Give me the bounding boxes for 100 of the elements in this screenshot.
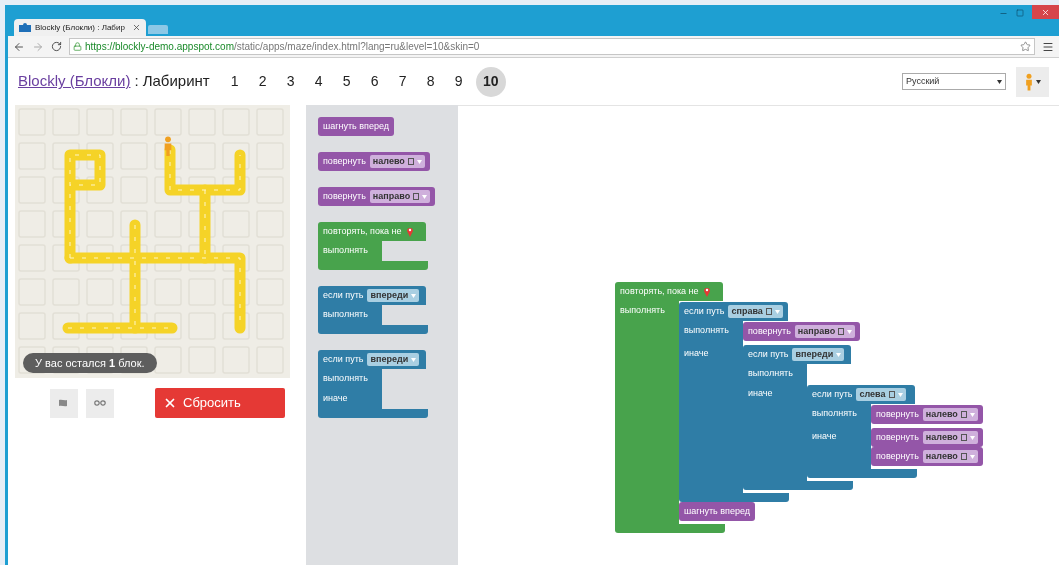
- block-label: повернуть: [876, 407, 919, 421]
- close-icon: [1041, 7, 1050, 17]
- caret-icon: [969, 412, 975, 417]
- map-pin-icon: [405, 226, 414, 237]
- step-button[interactable]: [50, 388, 78, 418]
- block-header[interactable]: если путь слева: [807, 385, 915, 404]
- block-label: выполнять: [323, 373, 368, 383]
- maximize-icon[interactable]: [1016, 9, 1024, 17]
- close-icon: [163, 396, 177, 410]
- app-link[interactable]: Blockly (Блокли): [18, 70, 131, 93]
- caret-icon: [411, 357, 417, 362]
- level-link[interactable]: 1: [223, 66, 246, 97]
- level-link[interactable]: 3: [279, 66, 302, 97]
- level-link[interactable]: 4: [307, 66, 330, 97]
- back-icon[interactable]: [13, 40, 25, 53]
- level-link[interactable]: 6: [363, 66, 386, 97]
- block-label: выполнять: [323, 309, 368, 319]
- rotate-icon: [838, 328, 845, 335]
- level-link[interactable]: 2: [251, 66, 274, 97]
- dropdown-field[interactable]: впереди: [792, 348, 845, 361]
- block-header[interactable]: если путь справа: [679, 302, 788, 321]
- code-block[interactable]: повернуть налево: [871, 428, 983, 447]
- rotate-icon: [413, 193, 420, 200]
- dropdown-field[interactable]: направо: [369, 190, 431, 203]
- level-link[interactable]: 5: [335, 66, 358, 97]
- dropdown-field[interactable]: налево: [369, 155, 425, 168]
- lock-icon: [73, 42, 82, 51]
- level-link[interactable]: 10: [475, 66, 506, 97]
- browser-tab[interactable]: Blockly (Блокли) : Лабир: [14, 19, 146, 36]
- block-label: выполнять: [620, 305, 665, 315]
- language-select[interactable]: Русский: [902, 73, 1006, 90]
- dropdown-field[interactable]: впереди: [367, 353, 420, 366]
- url-text: https://blockly-demo.appspot.com/static/apps/maze/index.html?lang=ru&level=10&skin=0: [85, 40, 480, 54]
- code-block[interactable]: шагнуть вперед: [679, 502, 755, 521]
- code-block[interactable]: повернуть направо: [743, 322, 861, 341]
- reset-button[interactable]: Сбросить: [155, 388, 285, 418]
- block-label: повернуть: [323, 189, 366, 203]
- block-label: если путь: [812, 387, 853, 401]
- block-label: иначе: [748, 388, 773, 398]
- rotate-icon: [960, 434, 967, 441]
- address-field[interactable]: https://blockly-demo.appspot.com/static/apps/maze/index.html?lang=ru&level=10&skin=0: [69, 38, 1035, 55]
- close-icon[interactable]: [132, 23, 141, 32]
- block-label: повернуть: [876, 449, 919, 463]
- rotate-icon: [765, 308, 772, 315]
- reload-icon[interactable]: [51, 41, 62, 52]
- caret-icon: [997, 79, 1002, 84]
- block-label: выполнять: [684, 325, 729, 335]
- block-header[interactable]: если путь впереди: [318, 286, 426, 305]
- dropdown-field[interactable]: справа: [728, 305, 783, 318]
- block-label: выполнять: [812, 408, 857, 418]
- rotate-icon: [960, 411, 967, 418]
- menu-icon[interactable]: [1042, 40, 1054, 53]
- block-label: выполнять: [748, 368, 793, 378]
- block-header[interactable]: если путь впереди: [743, 345, 851, 364]
- caret-icon: [411, 293, 417, 298]
- block-label: шагнуть вперед: [684, 504, 750, 518]
- person-icon: [162, 136, 174, 156]
- dropdown-field[interactable]: впереди: [367, 289, 420, 302]
- title-separator: :: [134, 71, 139, 92]
- block-header[interactable]: если путь впереди: [318, 350, 426, 369]
- caret-icon: [897, 392, 903, 397]
- block-label: повернуть: [748, 324, 791, 338]
- caret-icon: [774, 309, 780, 314]
- message-pill: У вас остался 1 блок.: [23, 353, 157, 373]
- level-link[interactable]: 9: [447, 66, 470, 97]
- block-label: повторять, пока не: [620, 284, 699, 298]
- link-icon: [94, 400, 106, 406]
- avatar-button[interactable]: [1016, 66, 1049, 97]
- block-label: если путь: [323, 352, 364, 366]
- code-block[interactable]: шагнуть вперед: [318, 117, 394, 136]
- block-label: выполнять: [323, 245, 368, 255]
- dropdown-field[interactable]: налево: [922, 408, 978, 421]
- dropdown-field[interactable]: налево: [922, 450, 978, 463]
- block-label: если путь: [748, 347, 789, 361]
- block-label: иначе: [812, 431, 837, 441]
- code-block[interactable]: повернуть налево: [871, 447, 983, 466]
- dropdown-field[interactable]: направо: [794, 325, 856, 338]
- block-label: иначе: [684, 348, 709, 358]
- debug-button[interactable]: [86, 388, 114, 418]
- forward-icon[interactable]: [32, 40, 44, 53]
- block-label: повернуть: [876, 430, 919, 444]
- person-icon: [1024, 72, 1034, 91]
- block-label: повернуть: [323, 154, 366, 168]
- block-label: если путь: [323, 288, 364, 302]
- block-label: повторять, пока не: [323, 224, 402, 238]
- caret-icon: [416, 159, 422, 164]
- level-link[interactable]: 8: [419, 66, 442, 97]
- code-block[interactable]: повернуть налево: [871, 405, 983, 424]
- dropdown-field[interactable]: слева: [856, 388, 906, 401]
- map-pin-icon: [702, 286, 711, 297]
- code-block[interactable]: повернуть налево: [318, 152, 430, 171]
- caret-icon: [847, 329, 853, 334]
- star-icon[interactable]: [1020, 41, 1031, 52]
- dropdown-field[interactable]: налево: [922, 431, 978, 444]
- level-link[interactable]: 7: [391, 66, 414, 97]
- rotate-icon: [407, 158, 414, 165]
- code-block[interactable]: повернуть направо: [318, 187, 436, 206]
- close-window-button[interactable]: [1032, 5, 1059, 19]
- caret-icon: [836, 352, 842, 357]
- caret-icon: [969, 435, 975, 440]
